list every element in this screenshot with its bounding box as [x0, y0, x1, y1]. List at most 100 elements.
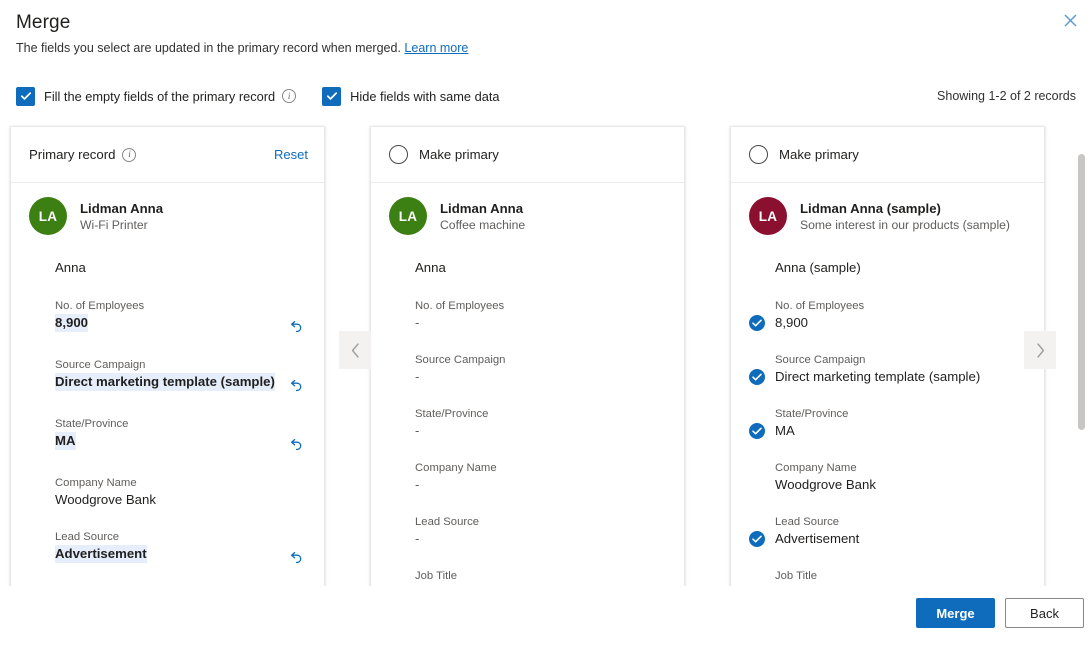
- record-field-row: Company Name -: [389, 461, 668, 494]
- field-selected-checkmark-icon: [749, 315, 765, 331]
- field-marker: [29, 276, 55, 277]
- record-field-label: Job Title: [775, 570, 818, 582]
- card-gap: [685, 126, 730, 599]
- record-field-value-wrap: MA: [55, 432, 308, 455]
- fill-empty-fields-checkbox[interactable]: [16, 86, 35, 106]
- avatar: LA: [389, 197, 427, 235]
- record-field-value-wrap: Woodgrove Bank: [55, 491, 308, 509]
- hide-same-data-option[interactable]: Hide fields with same data: [322, 86, 500, 106]
- checkmark-icon: [20, 92, 31, 100]
- revert-field-button[interactable]: [284, 433, 308, 457]
- record-field-value: Direct marketing template (sample): [775, 369, 981, 384]
- record-field-value: 8,900: [775, 315, 809, 330]
- field-select-checkbox[interactable]: [749, 531, 775, 547]
- dialog-subtitle: The fields you select are updated in the…: [16, 39, 1076, 57]
- record-card-body: LA Lidman Anna (sample) Some interest in o…: [731, 183, 1044, 599]
- field-select-checkbox[interactable]: [749, 369, 775, 385]
- primary-record-label: Primary record: [29, 147, 116, 162]
- record-field-value: -: [415, 423, 420, 438]
- record-field-value-wrap: -: [415, 530, 668, 548]
- dialog-footer: Merge Back: [0, 586, 1092, 646]
- record-field-value-wrap: Direct marketing template (sample): [775, 368, 1028, 386]
- record-field-value: -: [415, 315, 420, 330]
- record-card: Primary record i Reset LA Lidman Anna Wi-Fi P…: [10, 126, 325, 599]
- record-field-value: -: [415, 531, 420, 546]
- record-person: LA Lidman Anna Wi-Fi Printer: [29, 183, 308, 243]
- record-person-meta: Lidman Anna (sample) Some interest in our…: [800, 200, 1010, 233]
- record-field-label: Source Campaign: [55, 359, 146, 371]
- record-field-value: 8,900: [55, 314, 89, 332]
- reset-link[interactable]: Reset: [274, 147, 308, 162]
- learn-more-link[interactable]: Learn more: [404, 41, 468, 55]
- field-marker: [749, 493, 775, 494]
- make-primary-radio[interactable]: [749, 145, 768, 164]
- field-marker: [749, 531, 775, 548]
- record-field: State/Province MA: [775, 407, 1028, 440]
- fill-empty-fields-info-icon[interactable]: i: [282, 89, 297, 103]
- options-bar: Fill the empty fields of the primary rec…: [0, 84, 1092, 108]
- record-field-row: Source Campaign Direct marketing template…: [749, 353, 1028, 386]
- chevron-right-icon: [1036, 342, 1044, 358]
- hide-same-data-checkbox[interactable]: [322, 86, 342, 106]
- revert-field-button[interactable]: [284, 374, 308, 398]
- record-field: No. of Employees -: [415, 299, 668, 332]
- field-selected-checkmark-icon: [749, 531, 765, 547]
- record-card-header: Make primary: [731, 127, 1044, 183]
- back-button[interactable]: Back: [1005, 598, 1084, 628]
- record-field-row: Anna (sample): [749, 253, 1028, 277]
- scrollbar-thumb[interactable]: [1078, 154, 1085, 430]
- checkmark-icon: [326, 92, 337, 100]
- field-marker: [29, 567, 55, 568]
- page-title: Merge: [16, 12, 71, 33]
- record-first-name: Anna: [55, 260, 86, 275]
- record-card-body: LA Lidman Anna Coffee machine Anna No. of Em…: [371, 183, 684, 599]
- field-marker: [749, 369, 775, 386]
- field-marker: [389, 439, 415, 440]
- record-field: Company Name Woodgrove Bank: [775, 461, 1028, 494]
- record-field: Company Name -: [415, 461, 668, 494]
- primary-record-info-icon[interactable]: i: [122, 147, 137, 162]
- record-field: Source Campaign Direct marketing template…: [55, 358, 308, 396]
- merge-button[interactable]: Merge: [916, 598, 995, 628]
- field-marker: [389, 385, 415, 386]
- undo-icon: [290, 320, 301, 333]
- close-button[interactable]: [1054, 4, 1086, 36]
- record-field-row: Lead Source -: [389, 515, 668, 548]
- revert-field-button[interactable]: [284, 315, 308, 339]
- record-field-row: Lead Source Advertisement: [29, 530, 308, 568]
- record-field-row: No. of Employees 8,900: [749, 299, 1028, 332]
- record-person-meta: Lidman Anna Coffee machine: [440, 200, 525, 233]
- fill-empty-fields-option[interactable]: Fill the empty fields of the primary rec…: [16, 86, 297, 106]
- revert-field-button[interactable]: [284, 546, 308, 570]
- record-person: LA Lidman Anna (sample) Some interest in o…: [749, 183, 1028, 243]
- make-primary-radio[interactable]: [389, 145, 408, 164]
- record-card: Make primary LA Lidman Anna Coffee machine A…: [370, 126, 685, 599]
- record-field-row: State/Province MA: [749, 407, 1028, 440]
- avatar: LA: [29, 197, 67, 235]
- record-field-label: Company Name: [775, 462, 857, 474]
- record-field-value-wrap: -: [415, 476, 668, 494]
- undo-icon: [290, 379, 301, 392]
- record-field-value-wrap: 8,900: [775, 314, 1028, 332]
- record-field-row: Lead Source Advertisement: [749, 515, 1028, 548]
- vertical-scrollbar[interactable]: [1078, 126, 1086, 599]
- hide-same-data-label: Hide fields with same data: [350, 88, 500, 104]
- previous-record-button[interactable]: [339, 331, 371, 369]
- record-fields: Anna (sample) No. of Employees 8,900 Source…: [749, 253, 1028, 599]
- field-select-checkbox[interactable]: [749, 423, 775, 439]
- record-field-value-wrap: -: [415, 368, 668, 386]
- record-field-row: Anna: [389, 253, 668, 277]
- record-field-value-wrap: Advertisement: [775, 530, 1028, 548]
- record-field: Lead Source Advertisement: [775, 515, 1028, 548]
- record-field-row: No. of Employees 8,900: [29, 299, 308, 337]
- record-person-subtitle: Wi-Fi Printer: [80, 217, 148, 232]
- record-field-label: Lead Source: [775, 516, 840, 528]
- record-field: State/Province -: [415, 407, 668, 440]
- next-record-button[interactable]: [1024, 331, 1056, 369]
- record-field-label: No. of Employees: [415, 300, 505, 312]
- field-select-checkbox[interactable]: [749, 315, 775, 331]
- record-first-name: Anna: [415, 260, 446, 275]
- record-field-row: No. of Employees -: [389, 299, 668, 332]
- record-card: Make primary LA Lidman Anna (sample) Some i…: [730, 126, 1045, 599]
- record-field-label: State/Province: [55, 418, 129, 430]
